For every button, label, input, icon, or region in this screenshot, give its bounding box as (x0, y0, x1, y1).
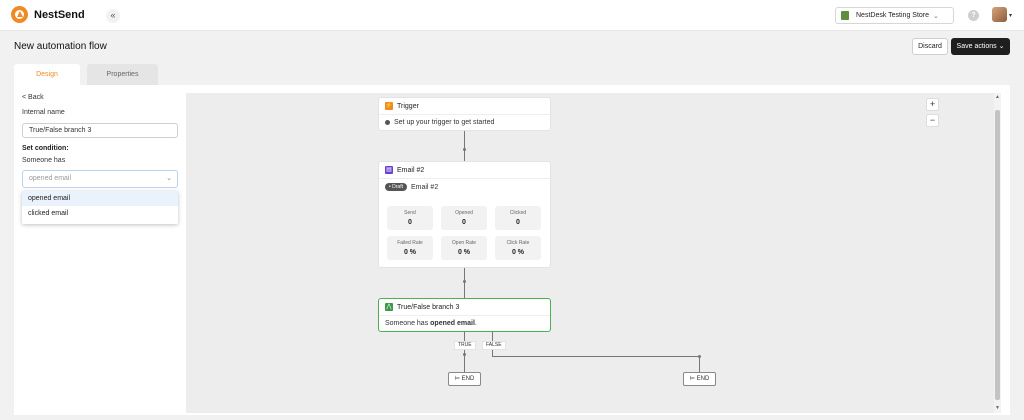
stat-card: Click Rate 0 % (495, 236, 541, 260)
branch-condition-suffix: . (474, 320, 477, 327)
stat-card: Send 0 (387, 206, 433, 230)
connector-dot (463, 353, 466, 356)
email-icon: ▤ (385, 166, 393, 174)
email-node-title: Email #2 (397, 166, 425, 174)
end-node-false[interactable]: ⊨ END (683, 372, 716, 386)
stat-value: 0 % (457, 249, 471, 256)
chevron-down-icon: ⌄ (166, 175, 172, 182)
condition-select-placeholder: opened email (29, 175, 72, 182)
nestsend-logo-icon (11, 6, 28, 23)
store-name: NestDesk Testing Store (856, 12, 930, 19)
tab-design[interactable]: Design (14, 64, 80, 85)
branch-condition-prefix: Someone has (385, 320, 431, 327)
stat-value: 0 (408, 219, 412, 226)
chevron-down-icon: ⌄ (933, 12, 939, 20)
stat-label: Opened (455, 210, 473, 216)
scrollbar-thumb[interactable] (995, 110, 1000, 400)
stat-value: 0 % (511, 249, 525, 256)
stat-label: Click Rate (506, 240, 530, 246)
trigger-node[interactable]: ⚡ Trigger Set up your trigger to get sta… (378, 97, 551, 131)
false-branch-line (492, 356, 699, 357)
branch-condition-value: opened email (430, 320, 475, 327)
scroll-down-icon[interactable]: ▼ (994, 405, 1001, 411)
end-node-true[interactable]: ⊨ END (448, 372, 481, 386)
tab-properties[interactable]: Properties (87, 64, 158, 85)
stat-card: Opened 0 (441, 206, 487, 230)
stat-label: Clicked (509, 210, 527, 216)
back-link[interactable]: < Back (22, 94, 44, 101)
false-branch-label: FALSE (482, 341, 506, 350)
app-name: NestSend (34, 8, 85, 21)
draft-badge: • Draft (385, 183, 407, 191)
collapse-sidebar-button[interactable]: « (106, 9, 120, 23)
stat-label: Open Rate (451, 240, 477, 246)
stat-card: Open Rate 0 % (441, 236, 487, 260)
info-icon (385, 120, 390, 125)
stat-value: 0 % (403, 249, 417, 256)
branch-node-title: True/False branch 3 (397, 303, 460, 311)
stat-card: Clicked 0 (495, 206, 541, 230)
avatar-caret-icon[interactable]: ▾ (1009, 12, 1012, 19)
someone-has-label: Someone has (22, 157, 66, 164)
stat-label: Send (404, 210, 416, 216)
stat-label: Failed Rate (397, 240, 423, 246)
connector-dot (463, 148, 466, 151)
store-selector[interactable]: NestDesk Testing Store ⌄ (835, 7, 954, 24)
shopify-bag-icon (841, 11, 849, 20)
canvas-scrollbar[interactable]: ▲ ▼ (994, 93, 1001, 413)
flow-canvas[interactable]: + − ⚡ Trigger Set up your trigger to get… (186, 93, 994, 413)
page-title: New automation flow (14, 41, 107, 52)
user-avatar[interactable] (992, 7, 1007, 22)
set-condition-label: Set condition: (22, 145, 69, 152)
email-node-subtitle: Email #2 (410, 183, 439, 191)
true-branch-label: TRUE (454, 341, 476, 350)
stat-value: 0 (462, 219, 466, 226)
connector-dot (698, 355, 701, 358)
dropdown-option-clicked-email[interactable]: clicked email (22, 206, 178, 221)
condition-dropdown-menu: opened email clicked email (22, 191, 178, 224)
trigger-node-message: Set up your trigger to get started (394, 119, 495, 126)
zoom-in-button[interactable]: + (926, 98, 939, 111)
internal-name-label: Internal name (22, 109, 65, 116)
app-logo[interactable]: NestSend (11, 6, 85, 23)
email-node[interactable]: ▤ Email #2 • Draft Email #2 Send 0 Opene… (378, 161, 551, 268)
top-navigation-bar: NestSend « NestDesk Testing Store ⌄ ? ▾ (0, 0, 1024, 31)
connector-line (464, 131, 465, 161)
condition-select[interactable]: opened email ⌄ (22, 170, 178, 188)
dropdown-option-opened-email[interactable]: opened email (22, 191, 178, 206)
stat-value: 0 (516, 219, 520, 226)
discard-button[interactable]: Discard (912, 38, 948, 55)
true-false-branch-node[interactable]: ⋀ True/False branch 3 Someone has opened… (378, 298, 551, 332)
stat-card: Failed Rate 0 % (387, 236, 433, 260)
zoom-out-button[interactable]: − (926, 114, 939, 127)
connector-line (464, 268, 465, 298)
save-actions-button[interactable]: Save actions ⌄ (951, 38, 1010, 55)
internal-name-input[interactable]: True/False branch 3 (22, 123, 178, 138)
trigger-node-title: Trigger (397, 102, 419, 110)
scroll-up-icon[interactable]: ▲ (994, 94, 1001, 100)
connector-dot (463, 280, 466, 283)
lightning-icon: ⚡ (385, 102, 393, 110)
help-icon[interactable]: ? (968, 10, 979, 21)
branch-icon: ⋀ (385, 303, 393, 311)
